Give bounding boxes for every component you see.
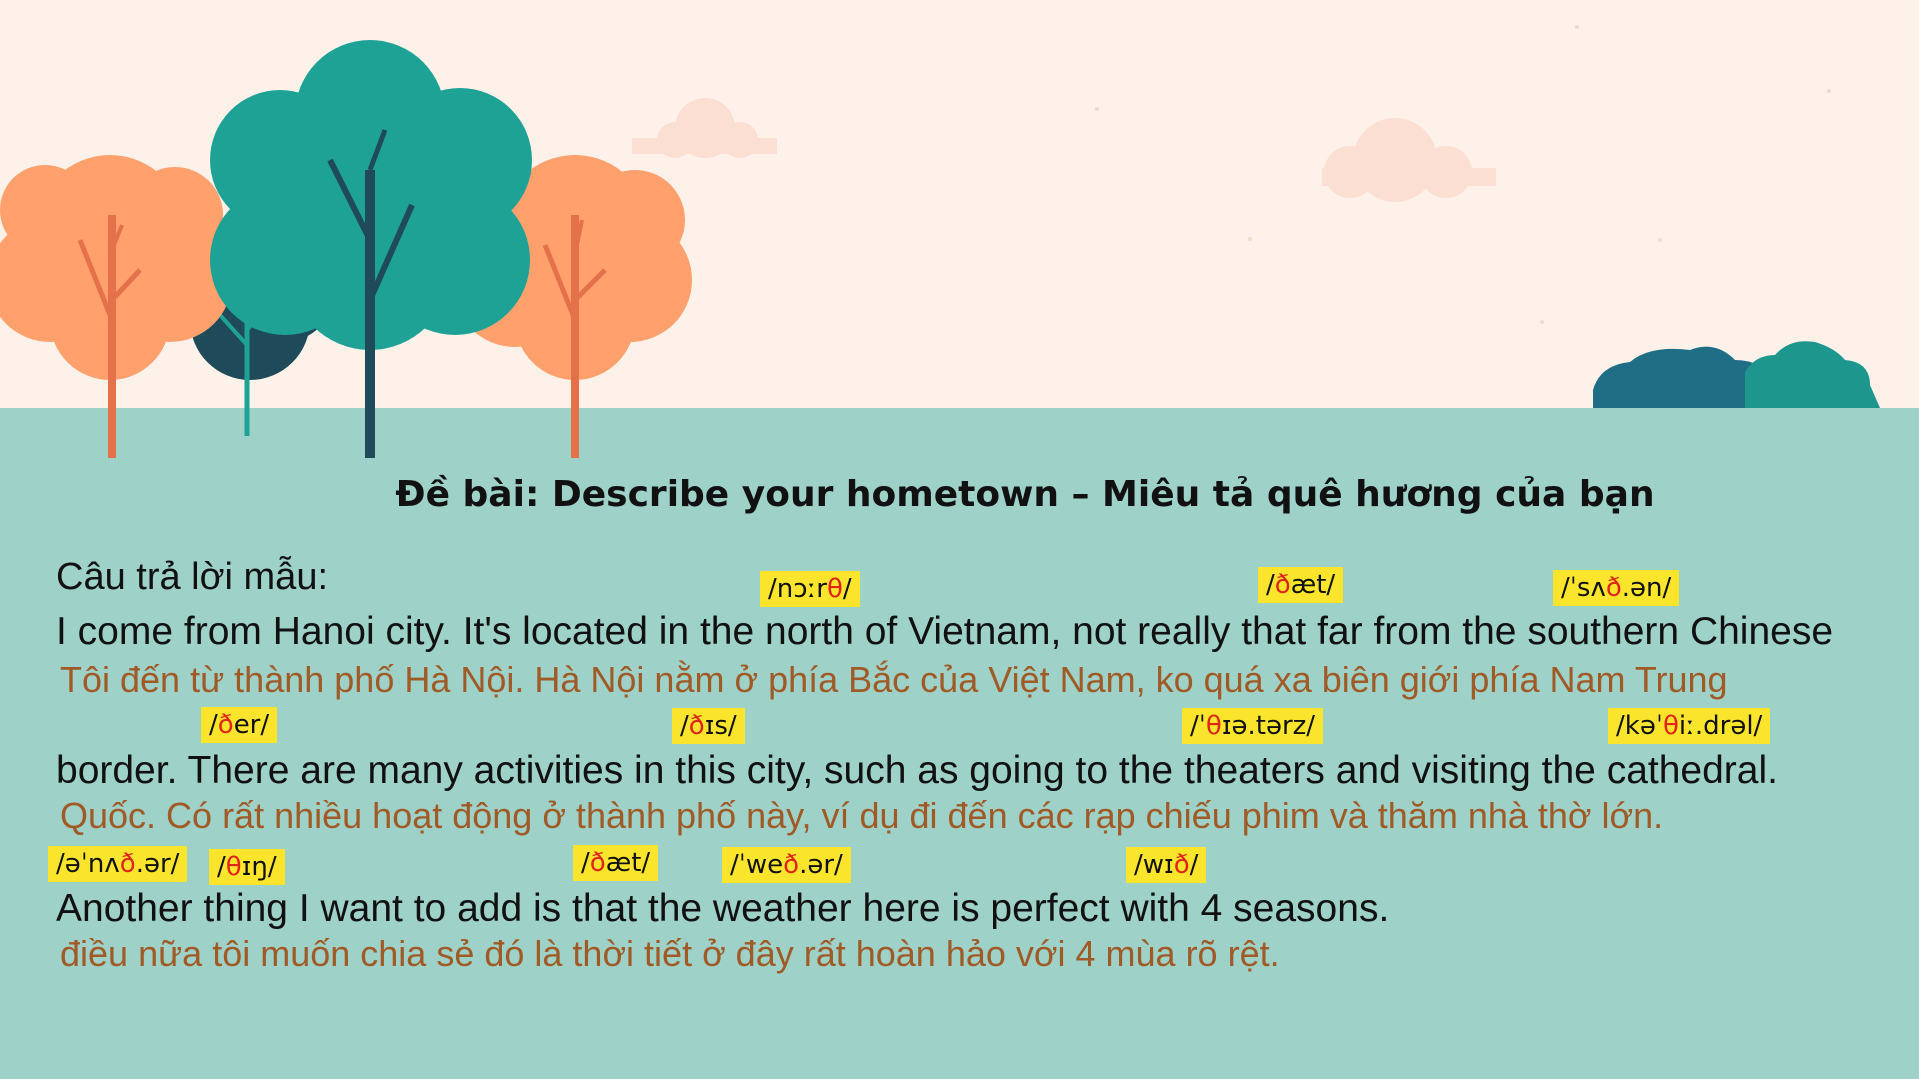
ipa-that: /ðæt/ bbox=[1258, 567, 1344, 603]
ipa-cathedral: /kəˈθiː.drəl/ bbox=[1608, 708, 1771, 744]
ipa-theaters: /ˈθɪə.tərz/ bbox=[1182, 708, 1324, 744]
ipa-southern: /ˈsʌð.ən/ bbox=[1553, 570, 1680, 606]
cloud-right bbox=[1322, 118, 1496, 202]
ipa-with: /wɪð/ bbox=[1126, 847, 1207, 883]
answer-label: Câu trả lời mẫu: bbox=[56, 556, 329, 598]
ipa-thing: /θɪŋ/ bbox=[209, 849, 285, 885]
ipa-there: /ðer/ bbox=[201, 707, 278, 743]
cloud-left bbox=[632, 98, 777, 158]
vietnamese-line-1: Tôi đến từ thành phố Hà Nội. Hà Nội nằm … bbox=[60, 659, 1728, 700]
ipa-north: /nɔːrθ/ bbox=[760, 571, 860, 607]
vietnamese-line-3: điều nữa tôi muốn chia sẻ đó là thời tiế… bbox=[60, 933, 1280, 974]
page-title: Đề bài: Describe your hometown – Miêu tả… bbox=[395, 474, 1655, 515]
ipa-another: /əˈnʌð.ər/ bbox=[48, 846, 188, 882]
bush-teal bbox=[1745, 341, 1880, 408]
english-line-2: border. There are many activities in thi… bbox=[56, 749, 1778, 792]
english-line-3: Another thing I want to add is that the … bbox=[56, 887, 1390, 930]
ipa-this: /ðɪs/ bbox=[672, 708, 745, 744]
english-line-1: I come from Hanoi city. It's located in … bbox=[56, 610, 1834, 653]
ipa-that-2: /ðæt/ bbox=[573, 845, 659, 881]
ipa-weather: /ˈweð.ər/ bbox=[722, 847, 851, 883]
landscape-illustration bbox=[0, 25, 1880, 458]
vietnamese-line-2: Quốc. Có rất nhiều hoạt động ở thành phố… bbox=[60, 795, 1664, 836]
